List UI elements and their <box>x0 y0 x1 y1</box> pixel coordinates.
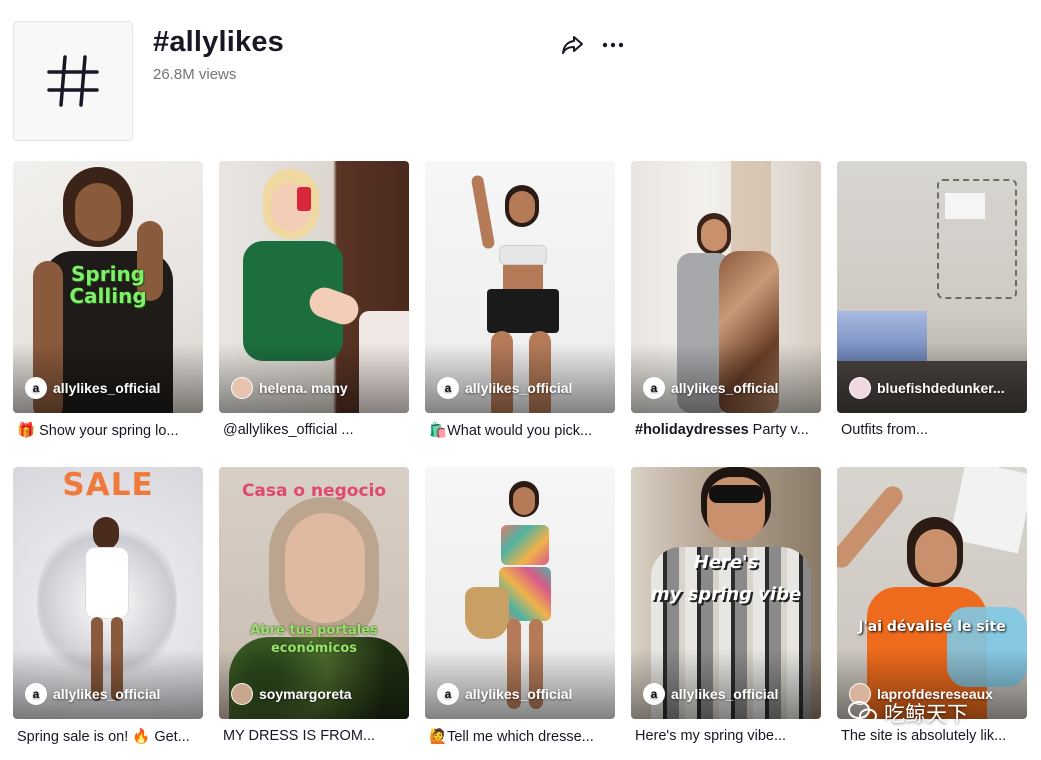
video-card[interactable]: a allylikes_official 🛍️What would you pi… <box>425 161 615 439</box>
video-caption[interactable]: @allylikes_official ... <box>219 422 409 438</box>
video-caption[interactable]: Outfits from... <box>837 422 1027 438</box>
video-thumbnail[interactable]: a allylikes_official <box>425 161 615 413</box>
more-options-button[interactable] <box>600 32 626 58</box>
overlay-caption: SALE <box>62 467 154 503</box>
video-card[interactable]: bluefishdedunker... Outfits from... <box>837 161 1027 438</box>
video-card[interactable]: a allylikes_official 🙋Tell me which dres… <box>425 467 615 745</box>
video-thumbnail[interactable]: a allylikes_official <box>425 467 615 719</box>
hashtag-icon <box>47 55 99 107</box>
share-arrow-icon <box>562 36 583 54</box>
video-thumbnail[interactable]: a allylikes_official <box>631 161 821 413</box>
video-card[interactable]: Spring Calling a allylikes_official 🎁 Sh… <box>13 161 203 439</box>
author-name: helena. many <box>259 380 348 396</box>
video-thumbnail[interactable]: J'ai dévalisé le site laprofdesreseaux <box>837 467 1027 719</box>
author-link[interactable]: helena. many <box>231 377 348 399</box>
author-avatar: a <box>437 377 459 399</box>
author-avatar: a <box>643 683 665 705</box>
video-card[interactable]: SALE a allylikes_official Spring sale is… <box>13 467 203 745</box>
video-card[interactable]: helena. many @allylikes_official ... <box>219 161 409 438</box>
author-link[interactable]: bluefishdedunker... <box>849 377 1005 399</box>
video-thumbnail[interactable]: Casa o negocio Abre tus portales económi… <box>219 467 409 719</box>
watermark: 吃鲸天下 <box>848 698 968 728</box>
video-card[interactable]: Casa o negocio Abre tus portales económi… <box>219 467 409 744</box>
video-caption[interactable]: 🎁 Show your spring lo... <box>13 422 203 439</box>
view-count: 26.8M views <box>153 66 237 83</box>
video-thumbnail[interactable]: bluefishdedunker... <box>837 161 1027 413</box>
author-link[interactable]: a allylikes_official <box>643 377 778 399</box>
video-caption[interactable]: #holidaydresses Party v... <box>631 422 821 438</box>
wechat-icon <box>848 701 877 724</box>
author-name: allylikes_official <box>53 380 161 396</box>
ellipsis-icon <box>602 42 624 48</box>
video-thumbnail[interactable]: Spring Calling a allylikes_official <box>13 161 203 413</box>
watermark-text: 吃鲸天下 <box>884 702 968 726</box>
video-thumbnail[interactable]: Here's my spring vibe a allylikes_offici… <box>631 467 821 719</box>
author-avatar: a <box>25 377 47 399</box>
video-card[interactable]: Here's my spring vibe a allylikes_offici… <box>631 467 821 744</box>
video-thumbnail[interactable]: SALE a allylikes_official <box>13 467 203 719</box>
author-avatar: a <box>25 683 47 705</box>
author-link[interactable]: a allylikes_official <box>25 377 160 399</box>
author-avatar: a <box>643 377 665 399</box>
author-avatar: a <box>437 683 459 705</box>
page-title: #allylikes <box>153 26 284 58</box>
author-avatar <box>231 377 253 399</box>
author-link[interactable]: a allylikes_official <box>437 683 572 705</box>
author-avatar <box>231 683 253 705</box>
video-caption[interactable]: Spring sale is on! 🔥 Get... <box>13 728 203 745</box>
author-link[interactable]: a allylikes_official <box>643 683 778 705</box>
author-name: soymargoreta <box>259 686 352 702</box>
video-caption[interactable]: The site is absolutely lik... <box>837 728 1027 744</box>
overlay-caption: Here's my spring vibe <box>650 552 802 605</box>
overlay-caption: J'ai dévalisé le site <box>858 619 1006 635</box>
video-caption[interactable]: 🙋Tell me which dresse... <box>425 728 615 745</box>
author-name: allylikes_official <box>53 686 161 702</box>
video-card[interactable]: a allylikes_official #holidaydresses Par… <box>631 161 821 438</box>
video-caption[interactable]: 🛍️What would you pick... <box>425 422 615 439</box>
author-link[interactable]: a allylikes_official <box>437 377 572 399</box>
author-link[interactable]: soymargoreta <box>231 683 352 705</box>
share-button[interactable] <box>560 32 586 58</box>
overlay-caption: Spring Calling <box>69 262 147 308</box>
hashtag-avatar <box>13 21 133 141</box>
author-name: bluefishdedunker... <box>877 380 1005 396</box>
hashtag-header: #allylikes 26.8M views <box>0 0 1041 150</box>
author-name: allylikes_official <box>671 686 779 702</box>
video-caption[interactable]: MY DRESS IS FROM... <box>219 728 409 744</box>
video-thumbnail[interactable]: helena. many <box>219 161 409 413</box>
author-avatar <box>849 377 871 399</box>
overlay-caption: Casa o negocio <box>241 481 387 501</box>
author-name: allylikes_official <box>465 686 573 702</box>
author-name: allylikes_official <box>671 380 779 396</box>
video-caption[interactable]: Here's my spring vibe... <box>631 728 821 744</box>
author-link[interactable]: a allylikes_official <box>25 683 160 705</box>
author-name: allylikes_official <box>465 380 573 396</box>
